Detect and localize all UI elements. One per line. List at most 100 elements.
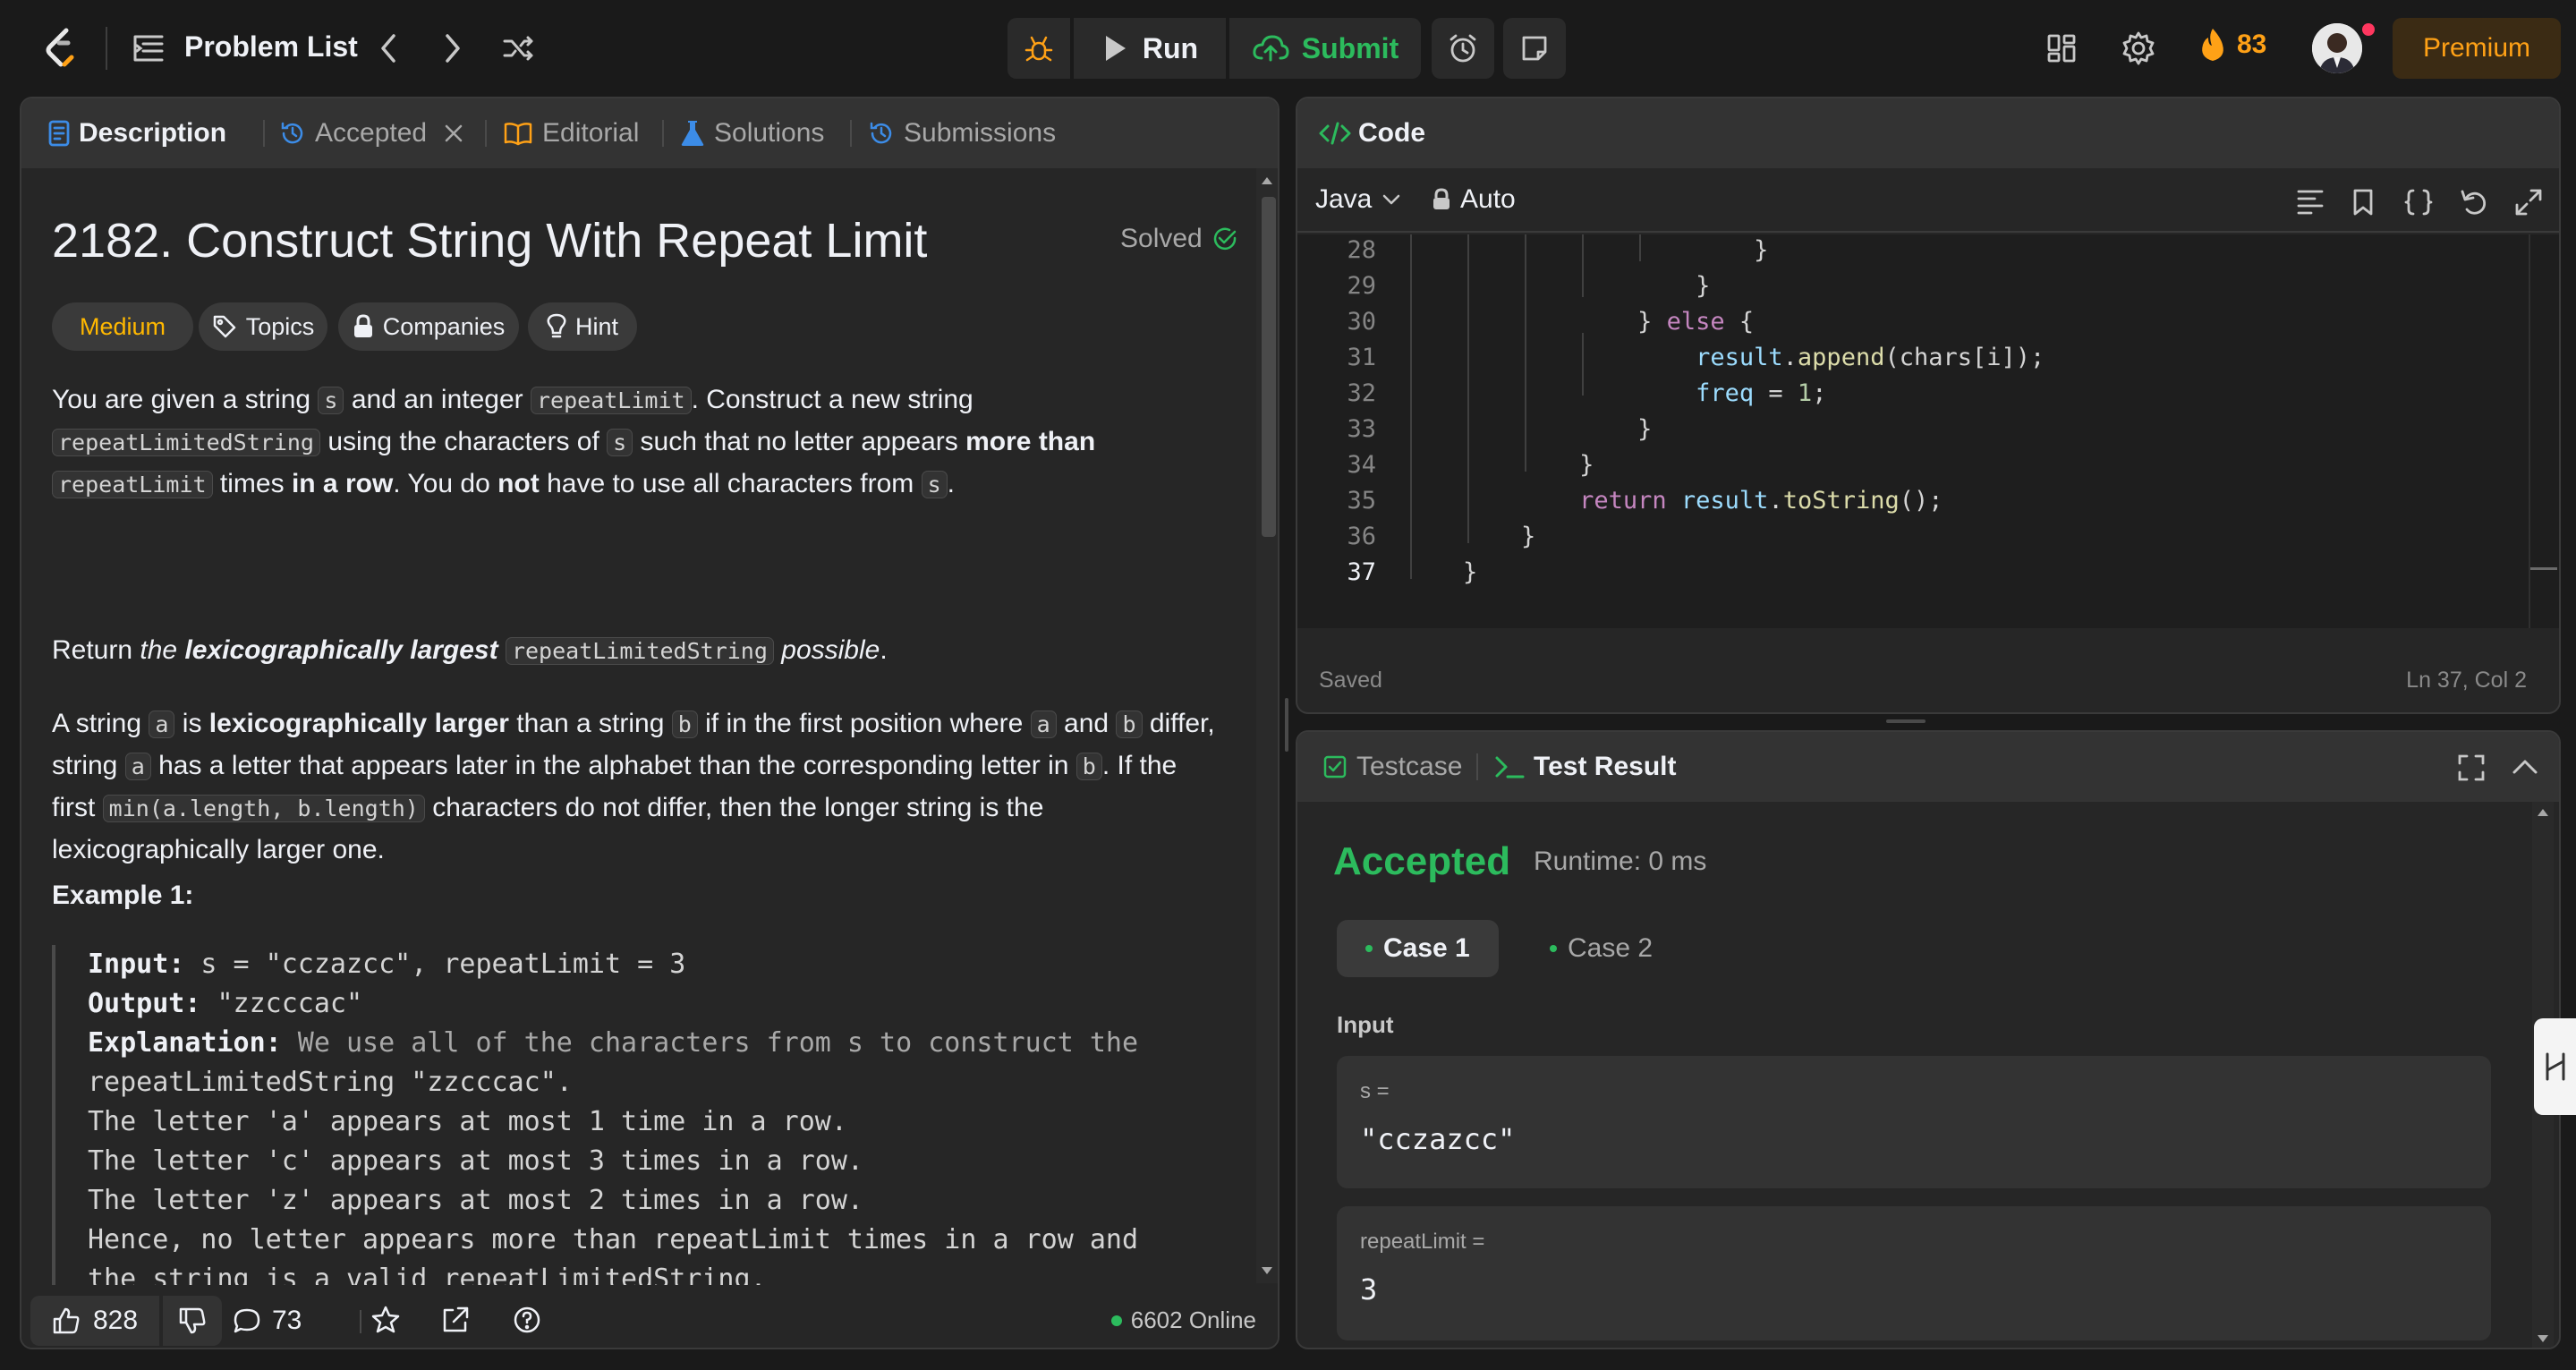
book-icon — [503, 121, 533, 146]
tab-label: Description — [79, 118, 227, 148]
logo-icon[interactable] — [41, 27, 81, 72]
saved-status: Saved — [1319, 668, 1382, 693]
tag-icon — [212, 314, 237, 339]
tab-editorial[interactable]: Editorial — [503, 98, 639, 168]
code-text: } — [1405, 236, 1769, 264]
test-tabbar: Testcase Test Result — [1297, 732, 2559, 802]
tab-test-result[interactable]: Test Result — [1494, 732, 1676, 802]
bookmark-icon[interactable] — [2351, 188, 2375, 217]
run-button[interactable]: Run — [1074, 18, 1226, 79]
expand-icon[interactable] — [2514, 188, 2543, 217]
like-count: 828 — [92, 1306, 139, 1335]
problem-list-link[interactable]: Problem List — [184, 30, 358, 64]
alarm-icon — [1447, 32, 1479, 64]
solved-status: Solved — [1120, 224, 1238, 254]
tab-testcase[interactable]: Testcase — [1322, 732, 1462, 802]
submit-button[interactable]: Submit — [1229, 18, 1421, 79]
avatar[interactable] — [2312, 23, 2362, 73]
example-title: Example 1: — [52, 881, 194, 910]
code-line: 34 } — [1297, 447, 2559, 483]
case-label: Case 1 — [1383, 933, 1470, 963]
check-circle-icon — [1211, 225, 1238, 252]
horizontal-splitter[interactable] — [1886, 719, 1926, 723]
tab-code[interactable]: Code — [1317, 98, 1425, 168]
description-panel: Description Accepted Editorial Solutions — [20, 97, 1279, 1349]
pen-icon — [2542, 1049, 2569, 1085]
tab-label: Submissions — [904, 118, 1057, 148]
companies-button[interactable]: Companies — [338, 302, 519, 351]
chevron-right-icon[interactable] — [438, 30, 467, 66]
case-tab-2[interactable]: Case 2 — [1521, 920, 1681, 977]
divider — [1476, 753, 1478, 780]
tab-description[interactable]: Description — [48, 98, 226, 168]
var-name: repeatLimit = — [1360, 1230, 1485, 1254]
tab-label: Solutions — [714, 118, 825, 148]
code-line: 28 } — [1297, 234, 2559, 268]
vertical-splitter[interactable] — [1285, 698, 1288, 752]
code-text: result.append(chars[i]); — [1696, 344, 2045, 371]
tab-label: Editorial — [542, 118, 640, 148]
code-text: return result.toString(); — [1579, 487, 1943, 515]
chevron-left-icon[interactable] — [374, 30, 403, 66]
tab-label: Test Result — [1534, 752, 1677, 781]
language-select[interactable]: Java — [1315, 184, 1402, 215]
cloud-upload-icon — [1252, 33, 1289, 64]
layout-icon[interactable] — [2045, 32, 2078, 64]
streak-count: 83 — [2237, 30, 2267, 59]
code-text: } — [1405, 558, 1478, 586]
chevron-up-icon[interactable] — [2511, 755, 2539, 779]
history-icon — [868, 120, 895, 147]
tab-label: Testcase — [1356, 752, 1463, 781]
debug-button[interactable] — [1007, 18, 1070, 79]
tab-solutions[interactable]: Solutions — [680, 98, 824, 168]
like-button[interactable]: 828 — [30, 1296, 159, 1346]
braces-icon[interactable] — [2403, 188, 2434, 217]
code-text: } — [1405, 272, 1711, 300]
code-line: 33 } — [1297, 412, 2559, 447]
code-line: 37 } — [1297, 555, 2559, 591]
streak-counter[interactable]: 83 — [2198, 27, 2266, 63]
comment-count: 73 — [272, 1306, 302, 1335]
tab-accepted[interactable]: Accepted — [279, 98, 464, 168]
auto-mode-toggle[interactable]: Auto — [1432, 184, 1516, 215]
lock-icon — [1432, 188, 1451, 211]
code-tabbar: Code — [1297, 98, 2559, 168]
timer-button[interactable] — [1432, 18, 1494, 79]
problem-statement-p3: A string a is lexicographically larger t… — [52, 709, 1215, 864]
list-icon[interactable] — [132, 34, 165, 63]
note-button[interactable] — [1503, 18, 1566, 79]
code-icon — [1317, 120, 1353, 147]
premium-button[interactable]: Premium — [2393, 18, 2561, 79]
code-text: } — [1405, 451, 1594, 479]
code-editor[interactable]: 28 } 29 } 30 } else { 31 result.append(c… — [1297, 234, 2559, 628]
code-line: 35 return result.toString(); — [1297, 483, 2559, 519]
shuffle-icon[interactable] — [501, 30, 537, 66]
format-icon[interactable] — [2296, 188, 2325, 215]
divider — [106, 27, 107, 70]
code-line: 30 } else { — [1297, 304, 2559, 340]
tab-submissions[interactable]: Submissions — [868, 98, 1056, 168]
scrollbar-thumb[interactable] — [1262, 197, 1276, 537]
help-icon[interactable] — [512, 1305, 542, 1335]
share-icon[interactable] — [440, 1305, 471, 1335]
side-widget-button[interactable] — [2534, 1018, 2576, 1115]
dislike-button[interactable] — [163, 1296, 222, 1346]
comments-button[interactable]: 73 — [233, 1296, 302, 1346]
input-var-box[interactable]: repeatLimit = 3 — [1337, 1206, 2491, 1340]
input-var-box[interactable]: s = "cczazcc" — [1337, 1056, 2491, 1188]
hint-button[interactable]: Hint — [528, 302, 637, 351]
pass-dot — [1550, 945, 1557, 952]
debug-icon — [1023, 32, 1055, 64]
case-tab-1[interactable]: Case 1 — [1337, 920, 1499, 977]
gear-icon[interactable] — [2121, 30, 2156, 66]
input-label: Input — [1337, 1011, 1394, 1038]
comment-icon — [233, 1306, 261, 1335]
checkbox-icon — [1322, 754, 1348, 779]
fullscreen-icon[interactable] — [2457, 753, 2486, 782]
close-icon[interactable] — [443, 123, 464, 144]
topics-button[interactable]: Topics — [199, 302, 327, 351]
reset-icon[interactable] — [2459, 188, 2489, 217]
code-text: } — [1405, 415, 1653, 443]
description-tabbar: Description Accepted Editorial Solutions — [21, 98, 1278, 168]
star-icon[interactable] — [370, 1305, 401, 1335]
